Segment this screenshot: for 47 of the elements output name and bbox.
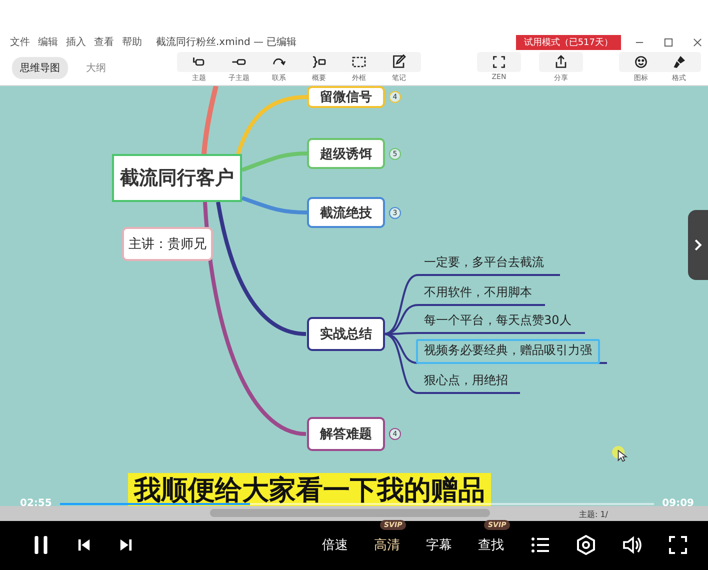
next-icon[interactable] <box>118 537 134 553</box>
topic-node[interactable]: 解答难题 <box>307 417 385 451</box>
fullscreen-icon[interactable] <box>477 52 521 72</box>
subtopic[interactable]: 一定要，多平台去截流 <box>418 251 550 273</box>
video-subtitle: 我顺便给大家看一下我的赠品 <box>128 473 491 506</box>
menu-item[interactable]: 查看 <box>94 35 114 49</box>
maximize-icon[interactable] <box>664 38 673 46</box>
subtopic[interactable]: 狠心点，用绝招 <box>418 369 514 391</box>
playlist-icon[interactable] <box>530 535 550 555</box>
close-icon[interactable] <box>693 38 702 46</box>
volume-icon[interactable] <box>622 535 642 555</box>
topic-icon[interactable] <box>177 52 221 72</box>
player-option[interactable]: 查找 <box>478 534 504 556</box>
duration-time: 09:09 <box>662 498 694 509</box>
status-text: 主题: 1/ <box>578 509 608 520</box>
chevron-right-icon <box>694 238 702 252</box>
topic-node[interactable]: 实战总结 <box>307 317 385 351</box>
cursor-icon <box>612 446 630 464</box>
subtopic[interactable]: 视频务必要经典，赠品吸引力强 <box>416 339 600 364</box>
menu-item[interactable]: 文件 <box>10 35 30 49</box>
subtopic[interactable]: 每一个平台，每天点赞30人 <box>418 309 578 331</box>
note-icon[interactable] <box>377 52 421 72</box>
trial-badge: 试用模式（已517天） <box>516 34 621 50</box>
player-option[interactable]: 高清 <box>374 534 400 556</box>
central-topic[interactable]: 截流同行客户 <box>112 154 242 202</box>
menu-item[interactable]: 编辑 <box>38 35 58 49</box>
branch-line <box>202 86 218 154</box>
previous-icon[interactable] <box>76 537 92 553</box>
topic-node[interactable]: 截流绝技 <box>307 197 385 228</box>
horizontal-scrollbar[interactable]: 主题: 1/ <box>0 506 708 521</box>
topic-node[interactable]: 留微信号 <box>307 86 385 108</box>
subtopic[interactable]: 不用软件，不用脚本 <box>418 281 538 303</box>
view-tab[interactable]: 思维导图 <box>12 56 68 78</box>
player-option[interactable]: 字幕 <box>426 534 452 556</box>
next-panel-button[interactable] <box>688 210 708 280</box>
menu-item[interactable]: 帮助 <box>122 35 142 49</box>
player-option[interactable]: 倍速 <box>322 534 348 556</box>
topic-node[interactable]: 超级诱饵 <box>307 138 385 169</box>
file-title: 截流同行粉丝.xmind — 已编辑 <box>156 36 297 49</box>
elapsed-time: 02:55 <box>20 498 52 509</box>
share-icon[interactable] <box>539 52 583 72</box>
pause-icon[interactable] <box>32 534 50 556</box>
settings-icon[interactable] <box>576 535 596 555</box>
view-tab[interactable]: 大纲 <box>78 56 114 78</box>
menu-item[interactable]: 插入 <box>66 35 86 49</box>
fullscreen-icon[interactable] <box>668 535 688 555</box>
floating-topic[interactable]: 主讲：贵师兄 <box>122 227 213 261</box>
